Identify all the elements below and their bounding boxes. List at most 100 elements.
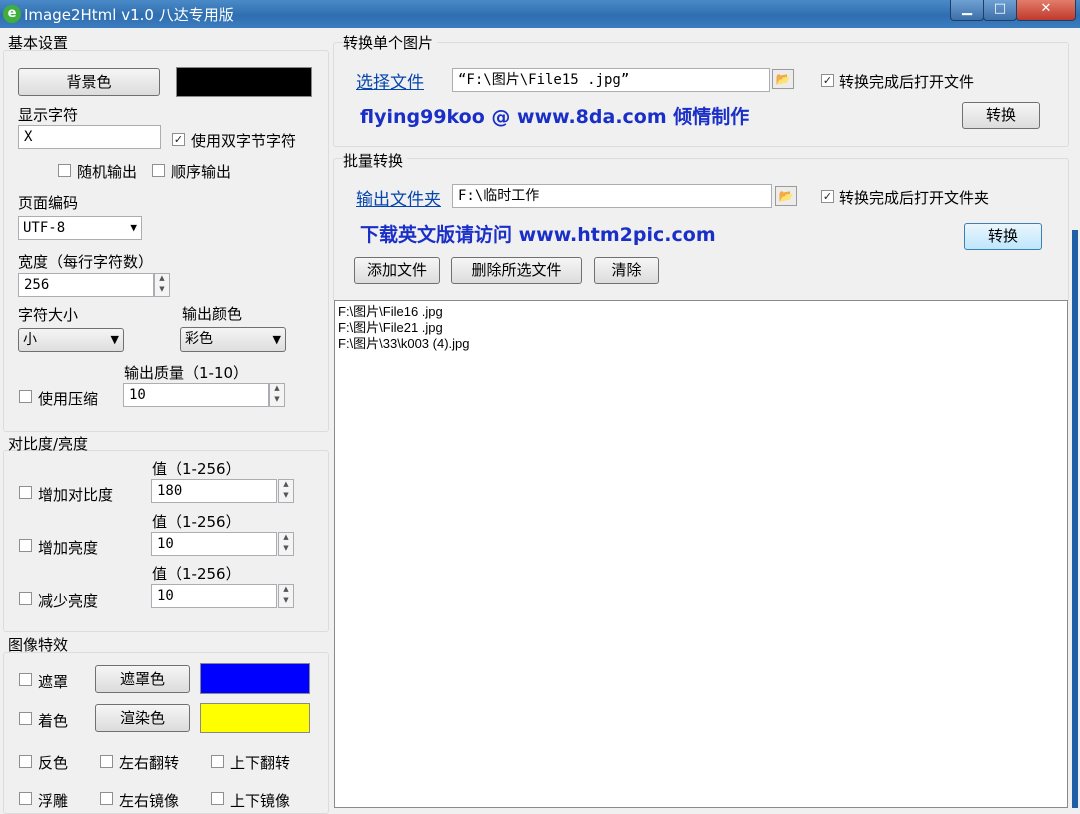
list-item[interactable]: F:\图片\File16 .jpg	[335, 304, 1067, 320]
flip-horizontal-label: 左右翻转	[119, 754, 180, 772]
emboss-checkbox[interactable]	[19, 792, 32, 805]
contrast-title: 对比度/亮度	[8, 435, 89, 453]
tint-label: 着色	[38, 712, 69, 730]
dropdown-arrow-icon: ▼	[130, 221, 137, 234]
open-folder-after-checkbox[interactable]: ✓	[821, 190, 834, 203]
render-color-button[interactable]: 渲染色	[95, 704, 190, 732]
width-label: 宽度（每行字符数）	[18, 253, 154, 271]
spin-up-icon[interactable]: ▲	[155, 274, 169, 285]
spin-up-icon[interactable]: ▲	[270, 384, 284, 395]
spin-down-icon[interactable]: ▼	[279, 544, 293, 555]
double-byte-checkbox[interactable]: ✓	[172, 133, 185, 146]
effects-title: 图像特效	[8, 636, 69, 654]
mirror-vertical-checkbox[interactable]	[211, 792, 224, 805]
window-edge	[1072, 230, 1078, 808]
width-input[interactable]: 256	[18, 273, 154, 297]
dropdown-arrow-icon: ▼	[272, 333, 281, 346]
spin-up-icon[interactable]: ▲	[279, 585, 293, 596]
invert-label: 反色	[38, 754, 69, 772]
add-files-button[interactable]: 添加文件	[354, 257, 440, 284]
spin-down-icon[interactable]: ▼	[270, 395, 284, 406]
spin-up-icon[interactable]: ▲	[279, 533, 293, 544]
char-size-value: 小	[23, 332, 37, 348]
app-icon: e	[3, 5, 21, 23]
increase-brightness-checkbox[interactable]	[19, 539, 32, 552]
delete-selected-button[interactable]: 删除所选文件	[451, 257, 582, 284]
spin-up-icon[interactable]: ▲	[279, 480, 293, 491]
credit-text: flying99koo @ www.8da.com 倾情制作	[360, 106, 750, 128]
decrease-brightness-label: 减少亮度	[38, 592, 99, 610]
open-folder-after-label: 转换完成后打开文件夹	[839, 189, 990, 207]
sequential-output-label: 顺序输出	[171, 163, 232, 181]
contrast-input[interactable]: 180	[151, 479, 277, 503]
encoding-value: UTF-8	[23, 220, 66, 236]
value-range-label: 值（1-256）	[152, 513, 241, 531]
increase-brightness-spinner[interactable]: ▲ ▼	[278, 532, 294, 556]
mask-checkbox[interactable]	[19, 673, 32, 686]
single-convert-title: 转换单个图片	[343, 32, 438, 53]
list-item[interactable]: F:\图片\File21 .jpg	[335, 320, 1067, 336]
width-spinner[interactable]: ▲ ▼	[154, 273, 170, 297]
background-color-button[interactable]: 背景色	[18, 68, 160, 96]
batch-convert-button[interactable]: 转换	[964, 223, 1042, 250]
value-range-label: 值（1-256）	[152, 565, 241, 583]
output-folder-input[interactable]: F:\临时工作	[452, 184, 772, 208]
output-color-value: 彩色	[185, 331, 213, 347]
decrease-brightness-checkbox[interactable]	[19, 592, 32, 605]
output-folder-link[interactable]: 输出文件夹	[356, 185, 441, 210]
quality-spinner[interactable]: ▲ ▼	[269, 383, 285, 407]
char-size-label: 字符大小	[18, 306, 79, 324]
list-item[interactable]: F:\图片\33\k003 (4).jpg	[335, 336, 1067, 352]
mask-color-swatch	[200, 663, 310, 694]
quality-label: 输出质量（1-10）	[124, 364, 249, 382]
mirror-horizontal-checkbox[interactable]	[100, 792, 113, 805]
background-color-swatch	[176, 67, 312, 97]
increase-brightness-label: 增加亮度	[38, 539, 99, 557]
decrease-brightness-spinner[interactable]: ▲ ▼	[278, 584, 294, 608]
file-list[interactable]: F:\图片\File16 .jpg F:\图片\File21 .jpg F:\图…	[334, 300, 1068, 808]
minimize-button[interactable]: ▁	[950, 0, 984, 21]
open-file-after-checkbox[interactable]: ✓	[821, 74, 834, 87]
spin-down-icon[interactable]: ▼	[279, 491, 293, 502]
compress-label: 使用压缩	[38, 390, 99, 408]
value-range-label: 值（1-256）	[152, 460, 241, 478]
encoding-label: 页面编码	[18, 194, 79, 212]
flip-vertical-label: 上下翻转	[230, 754, 291, 772]
batch-convert-title: 批量转换	[343, 150, 408, 171]
sequential-output-checkbox[interactable]	[152, 164, 165, 177]
compress-checkbox[interactable]	[19, 390, 32, 403]
encoding-select[interactable]: UTF-8 ▼	[18, 216, 142, 240]
output-color-label: 输出颜色	[182, 305, 243, 323]
output-color-select[interactable]: 彩色 ▼	[180, 327, 286, 352]
contrast-label: 增加对比度	[38, 486, 114, 504]
single-file-path-input[interactable]: “F:\图片\File15 .jpg”	[452, 68, 770, 92]
spin-down-icon[interactable]: ▼	[155, 285, 169, 296]
display-char-label: 显示字符	[18, 106, 79, 124]
contrast-spinner[interactable]: ▲ ▼	[278, 479, 294, 503]
maximize-button[interactable]: □	[983, 0, 1017, 21]
contrast-checkbox[interactable]	[19, 486, 32, 499]
char-size-select[interactable]: 小 ▼	[18, 328, 124, 352]
select-file-link[interactable]: 选择文件	[356, 68, 424, 93]
single-convert-button[interactable]: 转换	[962, 102, 1040, 129]
basic-settings-title: 基本设置	[8, 34, 69, 52]
decrease-brightness-input[interactable]: 10	[151, 584, 277, 608]
quality-input[interactable]: 10	[123, 383, 269, 407]
random-output-checkbox[interactable]	[58, 164, 71, 177]
close-button[interactable]: ✕	[1016, 0, 1076, 21]
increase-brightness-input[interactable]: 10	[151, 532, 277, 556]
promo-text: 下载英文版请访问 www.htm2pic.com	[360, 224, 716, 246]
double-byte-label: 使用双字节字符	[191, 132, 297, 150]
spin-down-icon[interactable]: ▼	[279, 596, 293, 607]
display-char-input[interactable]: X	[18, 125, 161, 149]
invert-checkbox[interactable]	[19, 755, 32, 768]
clear-button[interactable]: 清除	[594, 257, 659, 284]
folder-open-icon[interactable]: 📂	[775, 186, 797, 206]
mask-color-button[interactable]: 遮罩色	[95, 665, 190, 693]
window-title: Image2Html v1.0 八达专用版	[24, 6, 234, 24]
flip-horizontal-checkbox[interactable]	[100, 755, 113, 768]
open-file-after-label: 转换完成后打开文件	[839, 73, 975, 91]
tint-checkbox[interactable]	[19, 712, 32, 725]
folder-open-icon[interactable]: 📂	[772, 69, 794, 89]
flip-vertical-checkbox[interactable]	[211, 755, 224, 768]
